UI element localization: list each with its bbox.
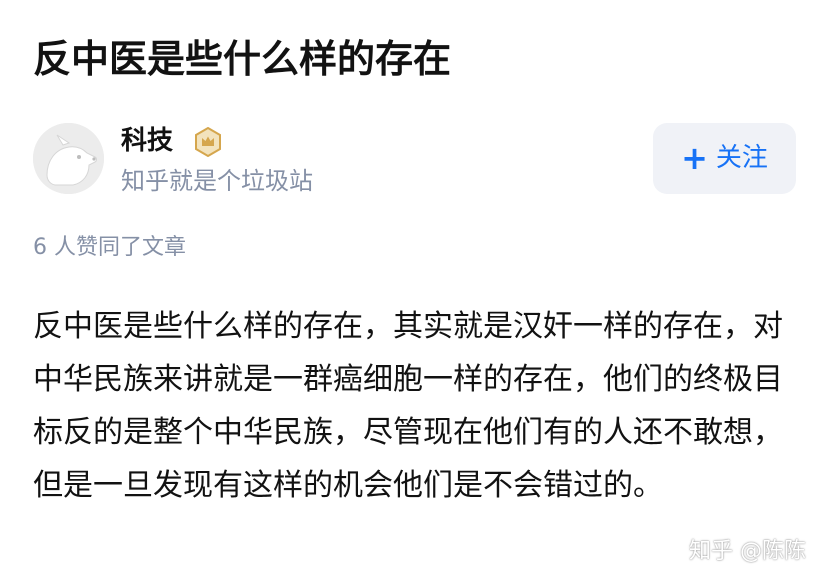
plus-icon: +: [681, 139, 708, 177]
author-row: 科技 知乎就是个垃圾站 + 关注: [33, 123, 796, 197]
follow-button[interactable]: + 关注: [653, 123, 796, 194]
watermark: 知乎 @陈陈: [689, 539, 806, 564]
author-name[interactable]: 科技: [121, 123, 173, 159]
crown-badge-icon: [193, 126, 223, 158]
post-content: 反中医是些什么样的存在，其实就是汉奸一样的存在，对中华民族来讲就是一群癌细胞一样…: [33, 309, 783, 503]
author-bio: 知乎就是个垃圾站: [121, 167, 313, 195]
page-title: 反中医是些什么样的存在: [33, 37, 452, 81]
likes-count[interactable]: 6 人赞同了文章: [33, 232, 186, 264]
follow-button-label: 关注: [715, 143, 768, 173]
dog-avatar-icon[interactable]: [33, 123, 104, 194]
